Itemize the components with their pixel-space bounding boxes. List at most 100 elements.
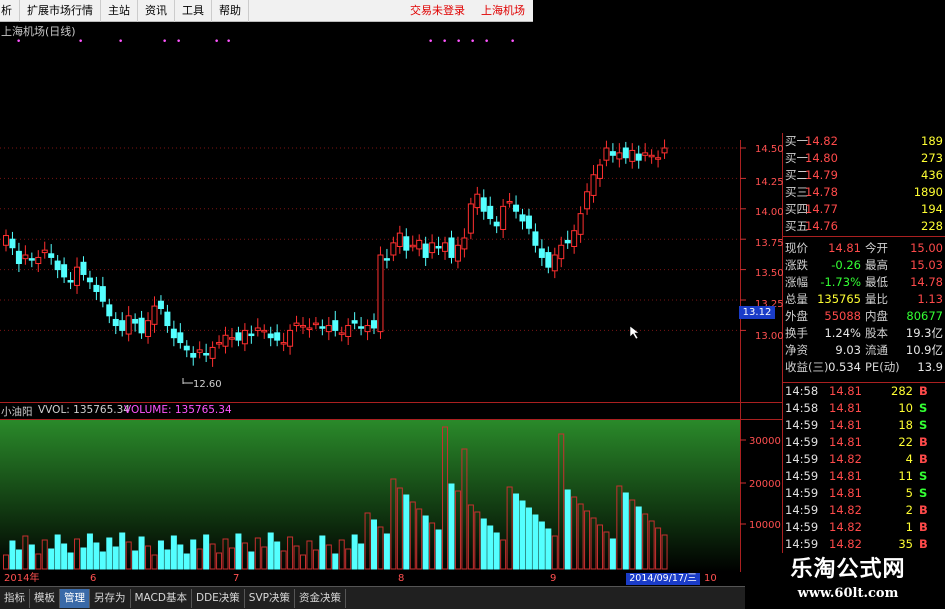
indicator-name[interactable]: 小油阳 [1,404,33,419]
price-tick: 13.00 [755,331,784,342]
stat-label: 外盘 [785,309,808,323]
tick-time: 14:59 [785,418,819,432]
candle-body [493,221,500,227]
stat-label: 现价 [785,241,808,255]
stat-label: 换手 [785,326,808,340]
tick-row[interactable]: 14:58 14.81 282 B [783,383,945,400]
signal-dot: • [470,37,475,47]
signal-dot: • [214,37,219,47]
candle-body [577,213,584,235]
candle-body [183,345,190,351]
stat-row: 现价 14.81 今开 15.00 [783,240,945,257]
tab-0[interactable]: 指标 [0,588,30,608]
volume-bar [132,550,139,570]
tick-volume: 10 [898,401,913,415]
tick-row[interactable]: 14:59 14.81 5 S [783,485,945,502]
volume-bar [448,483,455,570]
volume-bar [480,518,487,570]
date-tick: 7 [233,573,240,584]
candle-body [222,334,229,347]
candle-body [603,147,610,161]
tick-side: B [919,537,928,551]
candle-body [119,320,126,331]
candle-body [661,147,668,154]
tick-price: 14.82 [829,503,862,517]
volume-bar [235,533,242,570]
candle-body [383,258,390,261]
stat-value: 9.03 [835,343,861,357]
bid-level-volume: 194 [921,202,943,216]
candle-body [635,153,642,161]
bid-level-price: 14.78 [805,185,838,199]
candle-body [274,332,281,341]
mouse-cursor-icon [629,325,640,340]
candle-body [132,318,139,324]
tick-time: 14:59 [785,469,819,483]
candle-body [519,214,526,222]
bid-level-price: 14.79 [805,168,838,182]
tab-5[interactable]: DDE决策 [192,588,245,608]
bid-level-price: 14.76 [805,219,838,233]
volume-bar [513,493,520,570]
volume-bar [487,525,494,570]
candle-body [74,266,81,286]
stat-row: 涨幅 -1.73% 最低 14.78 [783,274,945,291]
bid-level-price: 14.77 [805,202,838,216]
price-tick: 13.75 [755,238,784,249]
tick-row[interactable]: 14:59 14.82 1 B [783,519,945,536]
tab-7[interactable]: 资金决策 [295,588,346,608]
candle-body [61,264,68,278]
tick-row[interactable]: 14:59 14.82 35 B [783,536,945,553]
tick-row[interactable]: 14:59 14.81 22 B [783,434,945,451]
stat-value: 80677 [906,309,943,323]
volume-bar [61,543,68,570]
tab-2[interactable]: 管理 [60,588,90,608]
tick-row[interactable]: 14:58 14.81 10 S [783,400,945,417]
signal-dot: • [16,37,21,47]
tick-volume: 5 [905,486,913,500]
candle-body [454,244,461,262]
tick-row[interactable]: 14:59 14.82 2 B [783,502,945,519]
candle-body [332,320,339,331]
quote-panel: 买一 14.82 189 买一 14.80 273 买二 14.79 436 买三 14.78… [783,133,945,380]
bid-level-row: 买二 14.79 436 [783,167,945,184]
price-tick: 14.50 [755,144,784,155]
candle-body [345,325,352,337]
tab-1[interactable]: 模板 [30,588,60,608]
stat-value: 19.3亿 [905,326,943,340]
tick-row[interactable]: 14:59 14.82 4 B [783,451,945,468]
bid-level-volume: 273 [921,151,943,165]
signal-dot: • [484,37,489,47]
candle-body [190,353,197,358]
volume-bar [119,532,126,570]
date-tick: 8 [398,573,405,584]
candle-body [467,203,474,234]
tick-time: 14:59 [785,486,819,500]
candle-body [609,151,616,156]
tick-volume: 11 [898,469,913,483]
tab-6[interactable]: SVP决策 [245,588,295,608]
date-tick: 10 [704,573,717,584]
candle-body [235,332,242,341]
tab-3[interactable]: 另存为 [90,588,131,608]
tick-list[interactable]: 14:58 14.81 282 B 14:58 14.81 10 S 14:59 14.81 18 S… [783,383,945,555]
candle-body [377,254,384,333]
tick-row[interactable]: 14:59 14.81 11 S [783,468,945,485]
candle-body [409,244,416,248]
stat-row: 净资 9.03 流通 10.9亿 [783,342,945,359]
stat-value: 55088 [824,309,861,323]
candle-body [209,346,216,359]
candle-body [338,332,345,335]
candle-body [358,326,365,329]
signal-dot: • [78,37,83,47]
volume-bar [157,540,164,570]
stat-row: 换手 1.24% 股本 19.3亿 [783,325,945,342]
volume-bar [93,542,100,570]
candle-body [442,242,449,252]
bid-level-row: 买一 14.80 273 [783,150,945,167]
tab-4[interactable]: MACD基本 [131,588,192,608]
tick-side: S [919,486,928,500]
candle-body [590,174,597,196]
tick-row[interactable]: 14:59 14.81 18 S [783,417,945,434]
volume-bar [267,532,274,570]
